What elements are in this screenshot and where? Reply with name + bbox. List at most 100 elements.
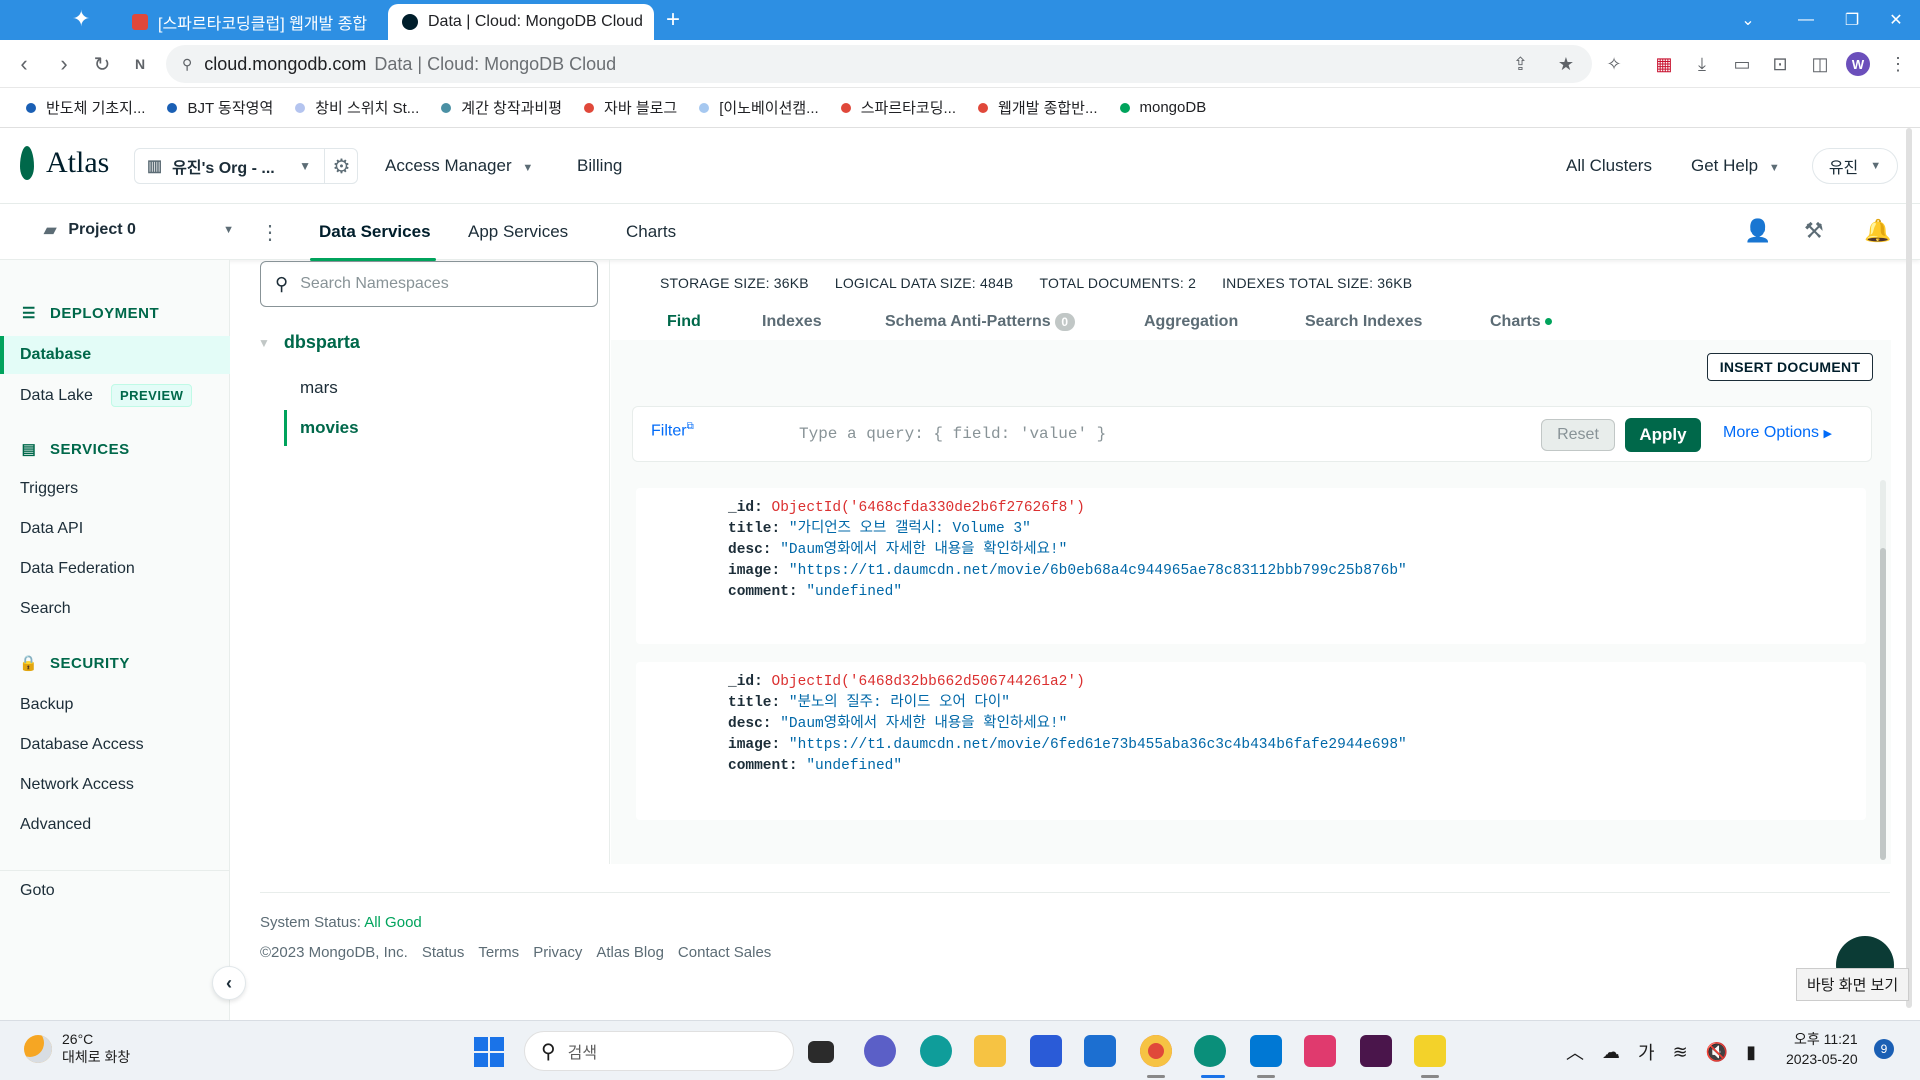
bookmark-star-icon[interactable]: ★ xyxy=(1558,54,1574,75)
download-icon[interactable]: ⤓ xyxy=(1688,50,1716,78)
page-scroll-thumb[interactable] xyxy=(1906,128,1912,1008)
menu-kebab-icon[interactable]: ⋮ xyxy=(1884,50,1912,78)
sidebar-item-data-federation[interactable]: Data Federation xyxy=(20,560,135,578)
screenshot-icon[interactable]: ⊡ xyxy=(1766,50,1794,78)
project-selector[interactable]: ▰ Project 0 ▼ xyxy=(44,220,234,240)
user-menu[interactable]: 유진 ▼ xyxy=(1812,148,1898,184)
access-manager-menu[interactable]: Access Manager ▼ xyxy=(385,156,533,176)
address-bar[interactable]: ⚲ cloud.mongodb.com Data | Cloud: MongoD… xyxy=(166,45,1592,83)
tab-search-chevron-icon[interactable]: ⌄ xyxy=(1724,0,1772,40)
windows-start-icon[interactable] xyxy=(474,1037,504,1067)
insert-document-button[interactable]: INSERT DOCUMENT xyxy=(1707,353,1873,381)
sidebar-item-goto[interactable]: Goto xyxy=(20,882,55,900)
sidebar-item-database-access[interactable]: Database Access xyxy=(20,736,144,754)
notion-icon[interactable]: N xyxy=(124,48,156,80)
filter-link[interactable]: Filter⧉ xyxy=(651,421,694,440)
profile-avatar[interactable]: W xyxy=(1846,52,1870,76)
collapse-sidebar-chevron-icon[interactable]: ‹ xyxy=(212,966,246,1000)
status-value-link[interactable]: All Good xyxy=(364,914,422,931)
search-namespaces-input[interactable]: ⚲ Search Namespaces xyxy=(260,261,598,307)
restore-icon[interactable]: ❐ xyxy=(1828,0,1876,40)
sidebar-item-search[interactable]: Search xyxy=(20,600,71,618)
document-card[interactable]: _id: ObjectId('6468cfda330de2b6f27626f8'… xyxy=(636,488,1866,644)
atlas-logo[interactable]: Atlas xyxy=(20,146,109,180)
vscode-icon[interactable] xyxy=(1250,1035,1282,1067)
tab-schema-anti-patterns[interactable]: Schema Anti-Patterns 0 xyxy=(885,313,1075,331)
file-explorer-icon[interactable] xyxy=(974,1035,1006,1067)
bookmark-item[interactable]: 반도체 기초지... xyxy=(26,97,145,118)
speaker-muted-icon[interactable]: 🔇 xyxy=(1706,1042,1728,1063)
tab-indexes[interactable]: Indexes xyxy=(762,313,822,331)
sidebar-item-database[interactable]: Database xyxy=(0,336,230,374)
taskbar-search-input[interactable]: ⚲ 검색 xyxy=(524,1031,794,1071)
twitter-icon[interactable]: ✦ xyxy=(72,6,90,32)
page-scrollbar[interactable] xyxy=(1904,128,1914,1020)
tab-find[interactable]: Find xyxy=(667,313,701,331)
battery-icon[interactable]: ▮ xyxy=(1746,1042,1756,1063)
chrome-icon[interactable] xyxy=(1140,1035,1172,1067)
chrome-profile-icon[interactable] xyxy=(1194,1035,1226,1067)
apply-button[interactable]: Apply xyxy=(1625,418,1701,452)
more-options-button[interactable]: More Options ▶ xyxy=(1723,424,1832,442)
footer-link-status[interactable]: Status xyxy=(422,944,465,961)
org-settings-gear-icon[interactable]: ⚙ xyxy=(324,148,358,184)
activity-icon[interactable]: ⚒ xyxy=(1804,218,1824,244)
slack-icon[interactable] xyxy=(1360,1035,1392,1067)
tab-charts-collection[interactable]: Charts xyxy=(1490,313,1552,331)
footer-link-privacy[interactable]: Privacy xyxy=(533,944,582,961)
tab-app-services[interactable]: App Services xyxy=(468,222,568,242)
teams-chat-icon[interactable] xyxy=(864,1035,896,1067)
sidebar-item-backup[interactable]: Backup xyxy=(20,696,73,714)
bookmark-item[interactable]: 창비 스위치 St... xyxy=(295,97,419,118)
weather-widget[interactable]: 26°C 대체로 화창 xyxy=(24,1031,130,1067)
bookmark-item[interactable]: mongoDB xyxy=(1119,99,1206,116)
bookmark-item[interactable]: 계간 창작과비평 xyxy=(441,97,562,118)
new-tab-button[interactable]: + xyxy=(666,6,680,34)
reset-button[interactable]: Reset xyxy=(1541,419,1615,451)
tab-mongodb[interactable]: Data | Cloud: MongoDB Cloud xyxy=(388,4,654,40)
cast-icon[interactable]: ▭ xyxy=(1728,50,1756,78)
collection-mars[interactable]: mars xyxy=(300,378,338,398)
bookmark-item[interactable]: BJT 동작영역 xyxy=(167,97,273,118)
tab-sparta[interactable]: [스파르타코딩클럽] 웹개발 종합 xyxy=(118,4,388,40)
bookmark-item[interactable]: [이노베이션캠... xyxy=(699,97,819,118)
sidebar-item-triggers[interactable]: Triggers xyxy=(20,480,78,498)
filter-query-input[interactable]: Type a query: { field: 'value' } xyxy=(799,425,1106,443)
bookmark-item[interactable]: 웹개발 종합반... xyxy=(978,97,1098,118)
reload-icon[interactable]: ↻ xyxy=(86,48,118,80)
minimize-icon[interactable]: — xyxy=(1782,0,1830,40)
ime-indicator[interactable]: 가 xyxy=(1638,1039,1655,1065)
sidebar-item-data-api[interactable]: Data API xyxy=(20,520,83,538)
get-help-menu[interactable]: Get Help ▼ xyxy=(1691,156,1780,176)
site-info-icon[interactable]: ⚲ xyxy=(182,56,192,73)
onedrive-cloud-icon[interactable]: ☁ xyxy=(1602,1042,1620,1063)
tab-data-services[interactable]: Data Services xyxy=(319,222,431,242)
tray-overflow-chevron-icon[interactable]: ︿ xyxy=(1566,1039,1584,1065)
footer-link-contact-sales[interactable]: Contact Sales xyxy=(678,944,771,961)
sidebar-item-advanced[interactable]: Advanced xyxy=(20,816,91,834)
tab-aggregation[interactable]: Aggregation xyxy=(1144,313,1238,331)
notification-bell-icon[interactable]: 🔔 xyxy=(1864,218,1891,244)
intellij-icon[interactable] xyxy=(1304,1035,1336,1067)
documents-scroll-thumb[interactable] xyxy=(1880,548,1886,860)
close-window-icon[interactable]: ✕ xyxy=(1872,0,1920,40)
mail-icon[interactable] xyxy=(1084,1035,1116,1067)
back-icon[interactable]: ‹ xyxy=(8,48,40,80)
sidebar-item-data-lake[interactable]: Data Lake PREVIEW xyxy=(20,384,193,407)
namespace-db-dbsparta[interactable]: ▼ dbsparta xyxy=(258,332,360,353)
uk-flag-icon[interactable]: ▦ xyxy=(1650,50,1678,78)
bookmark-item[interactable]: 자바 블로그 xyxy=(584,97,677,118)
sidepanel-icon[interactable]: ◫ xyxy=(1806,50,1834,78)
footer-link-atlas-blog[interactable]: Atlas Blog xyxy=(596,944,664,961)
sidebar-item-network-access[interactable]: Network Access xyxy=(20,776,134,794)
billing-link[interactable]: Billing xyxy=(577,156,622,176)
collection-movies[interactable]: movies xyxy=(300,418,359,438)
store-icon[interactable] xyxy=(1030,1035,1062,1067)
notification-count-badge[interactable]: 9 xyxy=(1874,1039,1894,1059)
bookmark-item[interactable]: 스파르타코딩... xyxy=(840,97,956,118)
document-card[interactable]: _id: ObjectId('6468d32bb662d506744261a2'… xyxy=(636,662,1866,820)
invite-user-icon[interactable]: 👤 xyxy=(1744,218,1771,244)
tab-charts[interactable]: Charts xyxy=(626,222,676,242)
all-clusters-link[interactable]: All Clusters xyxy=(1566,156,1652,176)
share-icon[interactable]: ⇪ xyxy=(1513,54,1528,75)
